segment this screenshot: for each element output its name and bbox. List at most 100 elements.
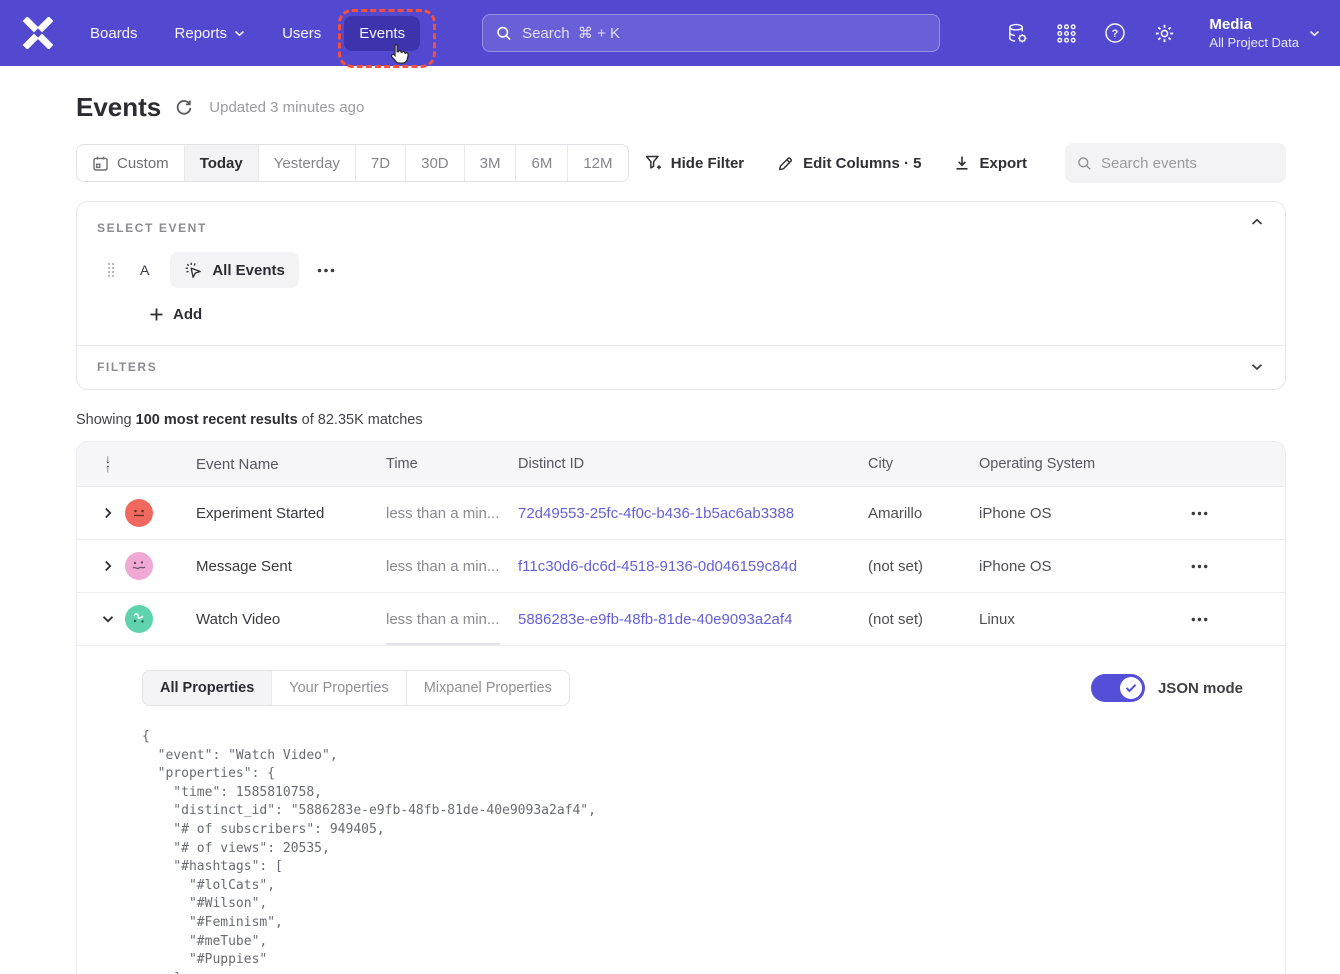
nav-item-events[interactable]: Events (344, 16, 420, 51)
event-name: Watch Video (181, 611, 386, 628)
os-value: iPhone OS (979, 558, 1177, 575)
project-scope: All Project Data (1209, 34, 1299, 51)
export-button[interactable]: Export (954, 155, 1027, 172)
event-selector-chip[interactable]: All Events (170, 252, 299, 288)
pencil-icon (777, 155, 794, 172)
global-search-input[interactable] (522, 25, 926, 42)
tab-mixpanel-properties[interactable]: Mixpanel Properties (406, 671, 569, 705)
event-avatar (125, 605, 153, 633)
range-yesterday[interactable]: Yesterday (258, 145, 355, 181)
city-value: Amarillo (868, 505, 979, 522)
chevron-down-icon (102, 615, 114, 623)
city-value: (not set) (868, 558, 979, 575)
apps-grid-icon[interactable] (1056, 23, 1077, 44)
table-row: Message Sent less than a min... f11c30d6… (77, 540, 1285, 593)
expand-row-button[interactable] (77, 560, 125, 572)
range-3m[interactable]: 3M (464, 145, 516, 181)
date-range-control: Custom Today Yesterday 7D 30D 3M 6M 12M (76, 144, 629, 182)
mixpanel-logo-icon[interactable] (22, 17, 54, 49)
updated-timestamp: Updated 3 minutes ago (209, 99, 364, 116)
navbar-right-cluster: ? Media All Project Data (1006, 15, 1320, 51)
refresh-icon[interactable] (175, 99, 193, 117)
collapse-section-button[interactable] (1251, 218, 1263, 226)
page-header: Events Updated 3 minutes ago (76, 92, 1286, 123)
city-value: (not set) (868, 611, 979, 628)
os-value: iPhone OS (979, 505, 1177, 522)
toolbar-actions: Hide Filter Edit Columns · 5 Export (645, 155, 1027, 172)
all-events-sparkle-cursor-icon (184, 261, 203, 280)
chevron-up-icon (1251, 218, 1263, 226)
event-avatar (125, 552, 153, 580)
chevron-down-icon (1309, 30, 1320, 37)
filter-funnel-icon (645, 155, 662, 171)
global-search[interactable] (482, 14, 940, 52)
hide-filter-button[interactable]: Hide Filter (645, 155, 744, 172)
nav-item-users[interactable]: Users (282, 25, 321, 42)
table-search-input[interactable] (1101, 155, 1274, 172)
project-name: Media (1209, 15, 1299, 34)
settings-gear-icon[interactable] (1153, 22, 1176, 45)
col-header-os[interactable]: Operating System (979, 456, 1177, 472)
toggle-knob (1120, 677, 1142, 699)
event-row-menu-icon[interactable] (317, 268, 335, 273)
event-row-letter: A (140, 262, 149, 278)
table-search[interactable] (1065, 143, 1286, 183)
expand-filters-button[interactable] (1251, 363, 1263, 371)
property-tabs: All Properties Your Properties Mixpanel … (142, 670, 570, 706)
row-menu-icon[interactable] (1177, 511, 1285, 516)
tab-all-properties[interactable]: All Properties (143, 671, 271, 705)
search-icon (496, 25, 512, 42)
event-time: less than a min... (386, 558, 518, 575)
results-summary: Showing 100 most recent results of 82.35… (76, 412, 1286, 428)
col-header-city[interactable]: City (868, 456, 979, 472)
query-builder-card: SELECT EVENT A (76, 201, 1286, 390)
range-6m[interactable]: 6M (515, 145, 567, 181)
event-name: Message Sent (181, 558, 386, 575)
expand-row-button[interactable] (77, 507, 125, 519)
chevron-right-icon (104, 560, 112, 572)
events-table: ↓↑ Event Name Time Distinct ID City Oper… (76, 441, 1286, 974)
select-event-label: SELECT EVENT (97, 221, 1263, 235)
edit-columns-button[interactable]: Edit Columns · 5 (777, 155, 921, 172)
filters-section[interactable]: FILTERS (77, 345, 1285, 389)
range-today[interactable]: Today (184, 145, 258, 181)
distinct-id-link[interactable]: 5886283e-e9fb-48fb-81de-40e9093a2af4 (518, 611, 868, 628)
drag-handle-icon[interactable] (107, 262, 115, 278)
page-title: Events (76, 92, 161, 123)
distinct-id-link[interactable]: f11c30d6-dc6d-4518-9136-0d046159c84d (518, 558, 868, 575)
project-selector[interactable]: Media All Project Data (1209, 15, 1320, 51)
distinct-id-link[interactable]: 72d49553-25fc-4f0c-b436-1b5ac6ab3388 (518, 505, 868, 522)
detail-controls: All Properties Your Properties Mixpanel … (142, 670, 1265, 706)
chevron-down-icon (234, 30, 245, 37)
col-header-distinct-id[interactable]: Distinct ID (518, 456, 868, 472)
tab-your-properties[interactable]: Your Properties (271, 671, 405, 705)
range-7d[interactable]: 7D (355, 145, 405, 181)
event-query-row: A All Events (97, 252, 1263, 288)
help-icon[interactable]: ? (1104, 22, 1126, 44)
filters-label: FILTERS (97, 360, 157, 374)
event-time: less than a min... (386, 611, 518, 628)
range-12m[interactable]: 12M (567, 145, 627, 181)
main-nav: Boards Reports Users Events (90, 16, 420, 51)
range-30d[interactable]: 30D (405, 145, 464, 181)
svg-text:?: ? (1112, 28, 1119, 40)
nav-item-boards[interactable]: Boards (90, 25, 138, 42)
select-event-section: SELECT EVENT A (77, 202, 1285, 345)
col-header-event-name[interactable]: Event Name (181, 456, 386, 473)
add-event-button[interactable]: Add (149, 306, 1263, 323)
nav-item-reports[interactable]: Reports (175, 25, 246, 42)
json-mode-toggle[interactable] (1091, 674, 1145, 702)
toolbar: Custom Today Yesterday 7D 30D 3M 6M 12M … (76, 143, 1286, 183)
collapse-row-button[interactable] (77, 615, 125, 623)
row-menu-icon[interactable] (1177, 564, 1285, 569)
table-row-expanded: Watch Video less than a min... 5886283e-… (77, 593, 1285, 646)
top-navbar: Boards Reports Users Events (0, 0, 1340, 66)
data-management-icon[interactable] (1006, 22, 1029, 45)
event-detail-panel: All Properties Your Properties Mixpanel … (77, 646, 1285, 974)
row-menu-icon[interactable] (1177, 617, 1285, 622)
json-mode-control: JSON mode (1091, 674, 1265, 702)
range-custom[interactable]: Custom (77, 145, 184, 181)
event-time: less than a min... (386, 505, 518, 522)
col-header-time[interactable]: Time (386, 456, 518, 472)
sort-rows-icon[interactable]: ↓↑ (77, 455, 125, 473)
